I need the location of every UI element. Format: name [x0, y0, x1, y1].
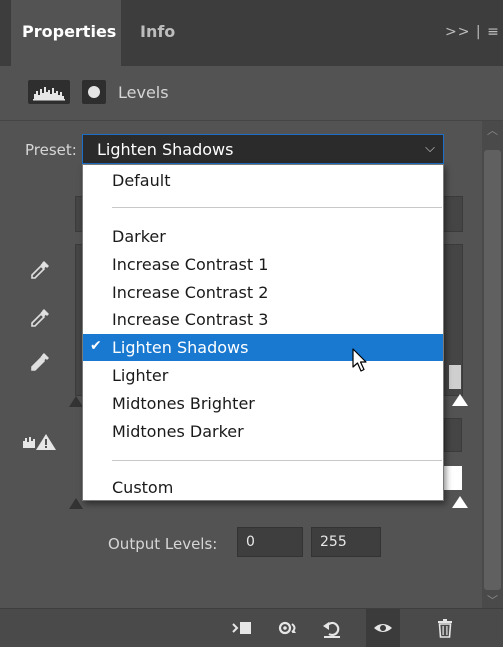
preset-option-increase-contrast-2[interactable]: Increase Contrast 2 — [83, 279, 443, 306]
preset-option-label: Custom — [112, 478, 174, 497]
white-point-eyedropper-icon[interactable] — [28, 350, 52, 374]
input-gradient-edge-partial — [449, 365, 461, 389]
adjustment-title: Levels — [118, 83, 169, 102]
visibility-toggle-button[interactable] — [366, 609, 400, 647]
preset-option-label: Increase Contrast 3 — [112, 310, 269, 329]
preset-option-darker[interactable]: Darker — [83, 223, 443, 250]
preset-option-label: Lighten Shadows — [112, 338, 249, 357]
scroll-up-arrow-icon[interactable]: ︿ — [487, 122, 498, 138]
preset-option-default[interactable]: Default — [83, 167, 443, 194]
output-high-input[interactable] — [312, 528, 380, 556]
clip-to-layer-button[interactable] — [224, 609, 258, 647]
preset-option-label: Midtones Darker — [112, 422, 244, 441]
preset-option-label: Darker — [112, 227, 166, 246]
gray-point-eyedropper-icon[interactable] — [28, 306, 52, 330]
preset-option-lighten-shadows[interactable]: ✔ Lighten Shadows — [83, 334, 443, 361]
output-black-slider-partial[interactable] — [69, 498, 83, 509]
properties-header: Levels — [0, 66, 503, 121]
output-levels-label: Output Levels: — [108, 535, 218, 553]
reset-button[interactable] — [314, 609, 348, 647]
black-point-eyedropper-icon[interactable] — [28, 258, 52, 282]
output-low-field[interactable] — [237, 527, 303, 557]
tab-properties[interactable]: Properties — [11, 0, 121, 66]
visibility-eye-icon — [374, 624, 392, 632]
preset-option-label: Lighter — [112, 366, 169, 385]
preset-option-label: Midtones Brighter — [112, 394, 255, 413]
preset-option-midtones-darker[interactable]: Midtones Darker — [83, 418, 443, 445]
view-previous-icon — [278, 621, 296, 635]
dropdown-separator — [112, 460, 442, 461]
preset-option-label: Increase Contrast 2 — [112, 283, 269, 302]
scroll-down-arrow-icon[interactable]: ﹀ — [487, 592, 498, 608]
preset-option-label: Default — [112, 171, 171, 190]
dropdown-separator — [112, 207, 442, 208]
preset-dropdown-list: Default Darker Increase Contrast 1 Incre… — [82, 164, 444, 501]
histogram-icon — [28, 80, 70, 104]
mouse-pointer-icon — [352, 348, 370, 378]
clip-to-layer-icon — [232, 622, 251, 634]
preset-select-value: Lighten Shadows — [97, 140, 234, 159]
layer-mask-icon[interactable] — [82, 80, 106, 104]
properties-footer — [0, 608, 503, 647]
preset-option-lighter[interactable]: Lighter — [83, 362, 443, 389]
output-gradient-edge-partial — [444, 466, 462, 490]
preset-option-increase-contrast-3[interactable]: Increase Contrast 3 — [83, 306, 443, 333]
clipping-warning-icon[interactable] — [22, 432, 60, 456]
checkmark-icon: ✔ — [90, 338, 102, 354]
scrollbar-thumb[interactable] — [484, 150, 501, 590]
output-low-input[interactable] — [238, 528, 302, 556]
delete-button[interactable] — [428, 609, 462, 647]
tab-properties-label: Properties — [22, 22, 117, 41]
tab-info[interactable]: Info — [140, 22, 175, 41]
trash-icon — [438, 619, 452, 638]
chevron-down-icon: ⌵ — [425, 141, 435, 156]
input-black-slider-partial[interactable] — [69, 396, 83, 407]
output-white-slider[interactable] — [452, 496, 468, 508]
view-previous-button[interactable] — [270, 609, 304, 647]
preset-select[interactable]: Lighten Shadows ⌵ — [82, 134, 444, 164]
output-high-field[interactable] — [311, 527, 381, 557]
reset-icon — [323, 621, 340, 638]
preset-option-increase-contrast-1[interactable]: Increase Contrast 1 — [83, 251, 443, 278]
preset-option-label: Increase Contrast 1 — [112, 255, 269, 274]
panel-menu-icon[interactable]: >> | ≡ — [445, 24, 500, 40]
preset-option-custom[interactable]: Custom — [83, 474, 443, 501]
input-white-field-partial[interactable] — [444, 418, 462, 452]
preset-option-midtones-brighter[interactable]: Midtones Brighter — [83, 390, 443, 417]
preset-label: Preset: — [25, 141, 77, 159]
panel-tab-bar: Properties Info >> | ≡ — [0, 0, 503, 66]
input-white-slider[interactable] — [452, 394, 468, 406]
